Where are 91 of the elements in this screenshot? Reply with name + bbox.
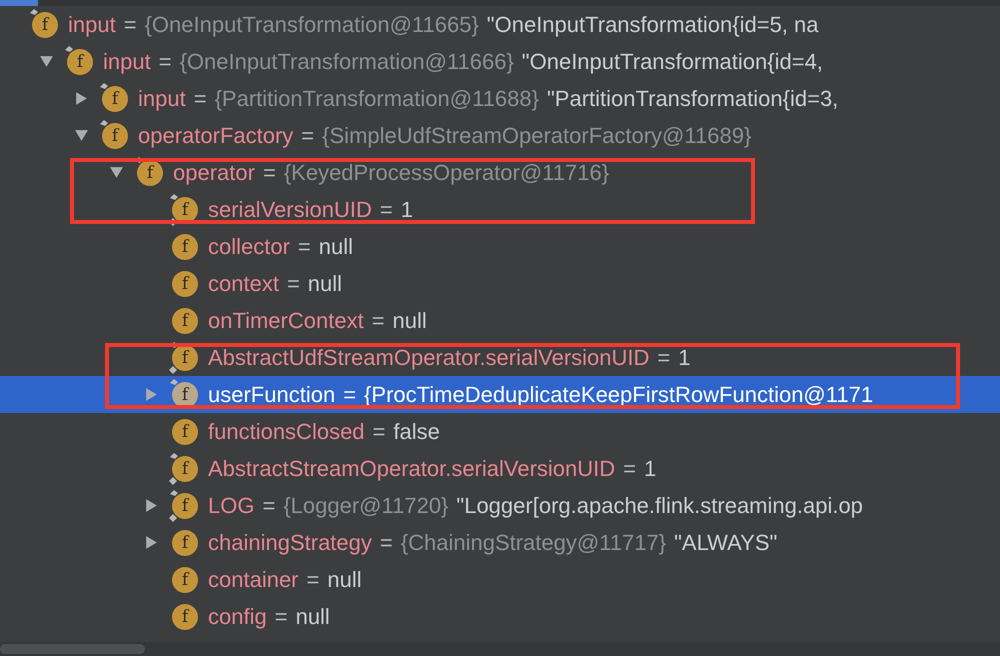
field-name: input [68,12,116,38]
object-reference: {ProcTimeDeduplicateKeepFirstRowFunction@1171 [364,382,874,408]
object-reference: {Logger@11720} [283,492,448,518]
tree-row[interactable]: f config = null [0,598,1000,635]
equals-sign: = [380,530,393,556]
field-value: 1 [644,456,656,482]
horizontal-scrollbar[interactable] [0,642,1000,656]
field-name: context [208,270,279,296]
expanded-arrow-icon[interactable] [109,165,124,180]
field-icon: f [102,86,128,112]
object-reference: {ChainingStrategy@11717} [400,530,666,556]
field-value: 1 [678,344,691,370]
equals-sign: = [286,270,300,296]
field-value: null [296,604,330,630]
field-icon: f [172,604,198,630]
field-name: functionsClosed [208,418,365,444]
field-icon: f [172,418,198,444]
collapsed-arrow-icon[interactable] [144,535,159,550]
field-name: container [208,566,299,592]
tree-row[interactable]: f context = null [0,265,1000,302]
field-value: "OneInputTransformation{id=5, na [486,12,818,38]
field-name: serialVersionUID [208,196,372,222]
field-icon: f [172,566,198,592]
object-reference: {OneInputTransformation@11666} [180,48,514,74]
object-reference: {PartitionTransformation@11688} [214,86,539,112]
tree-row[interactable]: f AbstractStreamOperator.serialVersionUID = 1 [0,450,1000,487]
field-value: false [393,418,440,444]
tree-row[interactable]: f functionsClosed = false [0,413,1000,450]
object-reference: {OneInputTransformation@11665} [144,12,479,38]
field-name: operatorFactory [138,122,294,148]
field-name: collector [208,234,290,260]
equals-sign: = [380,196,393,222]
field-name: input [103,48,151,74]
equals-sign: = [372,308,385,334]
tree-row[interactable]: f operatorFactory = {SimpleUdfStreamOperatorFactory@11689} [0,117,1000,154]
equals-sign: = [274,604,288,630]
equals-sign: = [372,418,386,444]
field-value: null [318,234,354,260]
field-icon: f [172,456,198,482]
tree-row[interactable]: f chainingStrategy = {ChainingStrategy@11717} "ALWAYS" [0,524,1000,561]
field-value: "ALWAYS" [674,530,778,556]
field-name: onTimerContext [208,308,364,334]
equals-sign: = [262,160,276,186]
equals-sign: = [623,456,636,482]
collapsed-arrow-icon[interactable] [144,498,159,513]
object-reference: {SimpleUdfStreamOperatorFactory@11689} [322,122,752,148]
equals-sign: = [194,86,207,112]
field-name: AbstractStreamOperator.serialVersionUID [208,456,616,482]
equals-sign: = [124,12,137,38]
equals-sign: = [298,234,311,260]
field-icon: f [102,122,128,148]
field-value: null [327,566,362,592]
equals-sign: = [657,344,670,370]
field-icon: f [67,48,93,74]
tree-row[interactable]: f container = null [0,561,1000,598]
equals-sign: = [262,492,276,518]
field-value: "OneInputTransformation{id=4, [522,48,823,74]
expanded-arrow-icon[interactable] [39,54,54,69]
field-name: input [138,86,186,112]
object-reference: {KeyedProcessOperator@11716} [284,160,610,186]
tree-row[interactable]: f input = {OneInputTransformation@11666} "OneInputTransformation{id=4, [0,43,1000,80]
collapsed-arrow-icon[interactable] [74,91,89,106]
field-icon: f [172,530,198,556]
field-icon: f [32,12,58,38]
expanded-arrow-icon[interactable] [74,128,89,143]
field-value: "Logger[org.apache.flink.streaming.api.op [456,492,863,518]
field-icon: f [172,382,198,408]
field-icon: f [172,492,198,518]
tree-row[interactable]: f collector = null [0,228,1000,265]
equals-sign: = [158,48,172,74]
field-icon: f [172,270,198,296]
field-name: userFunction [208,382,336,408]
tree-row[interactable]: f onTimerContext = null [0,302,1000,339]
field-icon: f [172,234,198,260]
equals-sign: = [301,122,314,148]
tree-row[interactable]: f LOG = {Logger@11720} "Logger[org.apache.flink.streaming.api.op [0,487,1000,524]
field-name: AbstractUdfStreamOperator.serialVersionUID [208,344,650,370]
field-name: LOG [208,492,254,518]
field-value: null [392,308,427,334]
tree-row[interactable]: f input = {PartitionTransformation@11688} "PartitionTransformation{id=3, [0,80,1000,117]
field-name: chainingStrategy [208,530,372,556]
field-name: operator [173,160,255,186]
tree-row[interactable]: f input = {OneInputTransformation@11665} "OneInputTransformation{id=5, na [0,6,1000,43]
field-value: null [308,270,342,296]
tree-row[interactable]: f userFunction = {ProcTimeDeduplicateKeepFirstRowFunction@1171 [0,376,1000,413]
field-name: config [208,604,267,630]
equals-sign: = [343,382,356,408]
field-value: 1 [400,196,413,222]
field-icon: f [172,308,198,334]
field-value: "PartitionTransformation{id=3, [546,86,838,112]
equals-sign: = [306,566,320,592]
